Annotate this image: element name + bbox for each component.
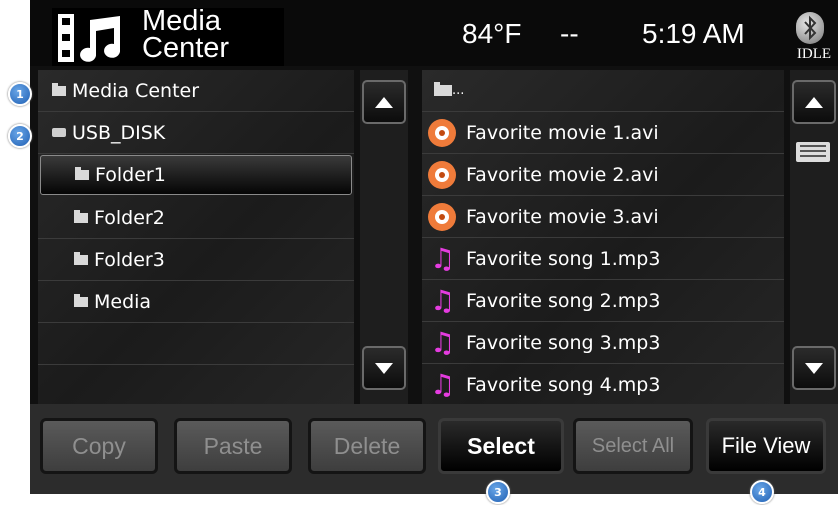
folder-icon: [52, 82, 66, 96]
arrow-down-icon: [805, 362, 823, 374]
callout-badge-3: 3: [486, 480, 510, 504]
usb-drive-icon: [52, 128, 66, 137]
folder-row-usb-disk[interactable]: USB_DISK: [38, 112, 354, 154]
bluetooth-status-label: IDLE: [796, 46, 832, 62]
logo-title: Media Center: [142, 5, 230, 64]
media-center-logo: Media Center: [52, 5, 284, 66]
scroll-thumb[interactable]: [796, 142, 830, 162]
folder-row-label: Media: [94, 290, 152, 313]
folder-row-label: Folder2: [94, 206, 165, 229]
music-note-icon: ♫: [430, 325, 456, 359]
action-toolbar: Copy Paste Delete Select Select All File…: [30, 404, 838, 494]
media-center-screen: Media Center 84°F -- 5:19 AM IDLE Media …: [30, 0, 838, 494]
folder-row-folder1-selected[interactable]: Folder1: [40, 155, 352, 195]
file-row[interactable]: ♫ Favorite song 2.mp3: [422, 280, 784, 322]
folder-row-label: Folder3: [94, 248, 165, 271]
folder-scroll-up-button[interactable]: [362, 80, 406, 124]
file-row-label: Favorite song 4.mp3: [466, 374, 661, 396]
folder-row-folder2[interactable]: Folder2: [38, 197, 354, 239]
folder-scroll-down-button[interactable]: [362, 346, 406, 390]
film-reel-icon: [428, 202, 456, 231]
file-row-label: Favorite song 1.mp3: [466, 247, 661, 270]
folder-row-media[interactable]: Media: [38, 281, 354, 323]
file-row-label: Favorite movie 3.avi: [466, 205, 659, 228]
file-scroll-up-button[interactable]: [792, 80, 836, 124]
delete-button[interactable]: Delete: [308, 418, 426, 474]
paste-button[interactable]: Paste: [174, 418, 292, 474]
file-row-label: Favorite movie 1.avi: [466, 121, 659, 144]
folder-scrollbar[interactable]: [360, 70, 408, 404]
select-all-button[interactable]: Select All: [573, 418, 693, 474]
bluetooth-icon: [796, 12, 824, 44]
callout-badge-4: 4: [750, 480, 774, 504]
file-scroll-down-button[interactable]: [792, 346, 836, 390]
folder-row-label: Folder1: [95, 164, 166, 186]
folder-row-media-center[interactable]: Media Center: [38, 70, 354, 112]
parent-folder-label: ...: [452, 83, 465, 98]
folder-row-empty: [38, 323, 354, 365]
film-music-logo-icon: [58, 14, 121, 62]
folder-row-label: Media Center: [72, 79, 200, 102]
music-note-icon: ♫: [430, 283, 456, 317]
clock: 5:19 AM: [642, 18, 745, 49]
folder-icon: [75, 167, 89, 180]
arrow-down-icon: [375, 362, 393, 374]
music-note-icon: ♫: [430, 368, 456, 401]
file-list-pane: ... Favorite movie 1.avi Favorite movie …: [422, 70, 784, 404]
file-row-parent[interactable]: ...: [422, 70, 784, 112]
file-view-button[interactable]: File View: [706, 418, 826, 474]
film-reel-icon: [428, 160, 456, 189]
folder-icon: [74, 209, 88, 223]
callout-badge-1: 1: [8, 82, 32, 106]
file-row[interactable]: ♫ Favorite song 1.mp3: [422, 238, 784, 280]
folder-icon: [434, 82, 452, 96]
header-bar: Media Center 84°F -- 5:19 AM IDLE: [30, 0, 838, 66]
music-note-icon: ♫: [430, 241, 456, 275]
folder-row-folder3[interactable]: Folder3: [38, 239, 354, 281]
file-row[interactable]: Favorite movie 3.avi: [422, 196, 784, 238]
folder-tree-pane: Media Center USB_DISK Folder1 Folder2 Fo…: [38, 70, 354, 404]
film-reel-icon: [428, 118, 456, 147]
file-row-label: Favorite song 2.mp3: [466, 289, 661, 312]
folder-icon: [74, 293, 88, 307]
copy-button[interactable]: Copy: [40, 418, 158, 474]
file-row-label: Favorite song 3.mp3: [466, 331, 661, 354]
callout-badge-2: 2: [8, 124, 32, 148]
file-row[interactable]: Favorite movie 1.avi: [422, 112, 784, 154]
file-row[interactable]: ♫ Favorite song 4.mp3: [422, 364, 784, 406]
logo-line-1: Media: [142, 5, 221, 37]
folder-icon: [74, 251, 88, 265]
file-scrollbar[interactable]: [790, 70, 838, 404]
arrow-up-icon: [375, 96, 393, 108]
folder-row-empty: [38, 365, 354, 407]
file-row[interactable]: Favorite movie 2.avi: [422, 154, 784, 196]
folder-row-label: USB_DISK: [72, 121, 166, 144]
logo-line-2: Center: [142, 32, 230, 64]
file-row-label: Favorite movie 2.avi: [466, 163, 659, 186]
temperature-readout: 84°F: [462, 18, 522, 49]
status-separator: --: [560, 18, 579, 49]
file-row[interactable]: ♫ Favorite song 3.mp3: [422, 322, 784, 364]
select-button[interactable]: Select: [438, 418, 564, 474]
arrow-up-icon: [805, 96, 823, 108]
bluetooth-status[interactable]: IDLE: [794, 10, 831, 62]
